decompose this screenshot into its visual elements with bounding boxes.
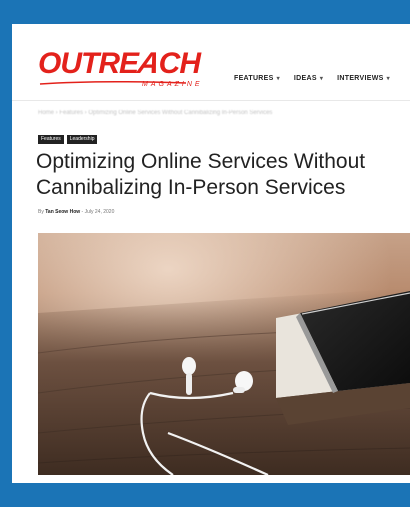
byline-separator: -: [81, 209, 84, 215]
article-page: OUTREACH MAGAZINE FEATURES ▾ IDEAS ▾ INT…: [12, 24, 410, 483]
article-date: July 24, 2020: [84, 209, 115, 215]
byline-prefix: By: [38, 209, 44, 215]
nav-item-label: IDEAS: [293, 74, 317, 82]
article-byline: By Tan Seow How - July 24, 2020: [38, 209, 114, 215]
author-link[interactable]: Tan Seow How: [45, 209, 80, 215]
site-logo[interactable]: OUTREACH MAGAZINE: [38, 47, 208, 94]
nav-item-label: FEATURES: [234, 74, 274, 82]
tag-features[interactable]: Features: [38, 135, 64, 144]
nav-item-ideas[interactable]: IDEAS ▾: [294, 70, 323, 86]
chevron-down-icon: ▾: [386, 75, 390, 82]
breadcrumb[interactable]: Home › Features › Optimizing Online Serv…: [38, 110, 272, 116]
main-nav: FEATURES ▾ IDEAS ▾ INTERVIEWS ▾: [234, 70, 390, 86]
site-header: OUTREACH MAGAZINE FEATURES ▾ IDEAS ▾ INT…: [12, 24, 410, 100]
header-divider: [12, 100, 410, 101]
chevron-down-icon: ▾: [276, 75, 280, 82]
phone-and-earphones-photo-icon: [38, 233, 410, 475]
nav-item-label: INTERVIEWS: [337, 74, 384, 82]
tag-leadership[interactable]: Leadership: [66, 135, 98, 144]
hero-image: [38, 233, 410, 475]
article-title: Optimizing Online Services Without Canni…: [36, 150, 366, 199]
nav-item-interviews[interactable]: INTERVIEWS ▾: [337, 70, 390, 86]
chevron-down-icon: ▾: [319, 75, 324, 82]
nav-item-features[interactable]: FEATURES ▾: [234, 70, 280, 86]
logo-subtitle: MAGAZINE: [142, 81, 203, 88]
category-tags: Features Leadership: [38, 135, 98, 144]
logo-wordmark: OUTREACH: [38, 47, 201, 80]
